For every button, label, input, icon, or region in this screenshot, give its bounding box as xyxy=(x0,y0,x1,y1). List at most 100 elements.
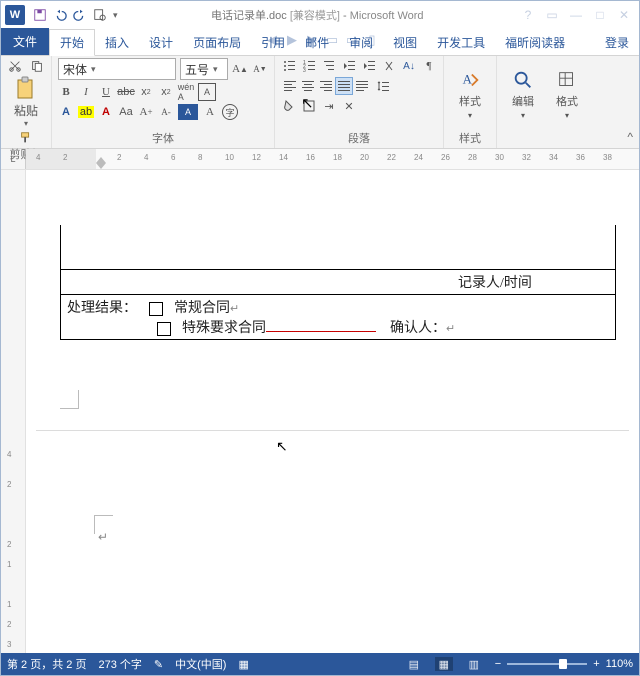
svg-text:A: A xyxy=(463,72,473,86)
bold-button[interactable]: B xyxy=(58,84,74,100)
tab-home[interactable]: 开始 xyxy=(49,29,95,56)
char-shading-icon[interactable]: A xyxy=(202,104,218,120)
underline-button[interactable]: U xyxy=(98,84,114,100)
enclose-char-icon[interactable]: 字 xyxy=(222,104,238,120)
show-marks-icon[interactable]: ¶ xyxy=(421,58,437,74)
phonetic-guide-icon[interactable]: wénA xyxy=(178,84,194,100)
status-page[interactable]: 第 2 页，共 2 页 xyxy=(7,656,86,672)
special-contract-text: 特殊要求合同 xyxy=(182,321,266,336)
multilevel-list-icon[interactable] xyxy=(321,58,337,74)
paragraph-mark: ↵ xyxy=(98,530,108,544)
align-justify-button[interactable] xyxy=(335,77,353,95)
tab-design[interactable]: 设计 xyxy=(139,30,183,55)
copy-icon[interactable] xyxy=(29,58,45,74)
styles-button[interactable]: A 样式▾ xyxy=(450,69,490,120)
status-language[interactable]: 中文(中国) xyxy=(175,656,226,672)
align-right-button[interactable] xyxy=(317,77,335,95)
ribbon-group-clipboard: 粘贴 ▾ 剪贴板 xyxy=(1,56,52,148)
word-app-icon: W xyxy=(5,5,25,25)
horizontal-ruler[interactable]: 422468101214161820222426283032343638 xyxy=(26,149,639,169)
status-words[interactable]: 273 个字 xyxy=(98,656,141,672)
qat-redo-icon[interactable] xyxy=(73,8,87,22)
status-macro-icon[interactable]: ▦ xyxy=(238,658,248,671)
view-print-icon[interactable]: ▦ xyxy=(435,657,453,671)
ruler-tick: 30 xyxy=(495,153,504,162)
ruler-tick: 34 xyxy=(549,153,558,162)
asian-layout-icon[interactable] xyxy=(381,58,397,74)
font-name-combo[interactable]: 宋体▾ xyxy=(58,58,176,80)
format-painter-icon[interactable] xyxy=(18,130,34,146)
collapse-ribbon-icon[interactable]: ^ xyxy=(625,128,635,146)
close-button[interactable]: ✕ xyxy=(613,8,635,22)
font-size-combo[interactable]: 五号▾ xyxy=(180,58,228,80)
ruler-tick: 20 xyxy=(360,153,369,162)
font-color-icon[interactable]: A xyxy=(98,104,114,120)
underline-field[interactable] xyxy=(266,331,376,332)
ruler-tick: 2 xyxy=(117,153,121,162)
italic-button[interactable]: I xyxy=(78,84,94,100)
tab-mailings[interactable]: 邮件 xyxy=(295,30,339,55)
shrink-font-icon[interactable]: A▼ xyxy=(252,61,268,77)
zoom-slider[interactable] xyxy=(507,663,587,665)
tab-developer[interactable]: 开发工具 xyxy=(427,30,495,55)
line-spacing-icon[interactable] xyxy=(375,78,391,94)
vertical-ruler[interactable]: 4 2 2 1 1 2 3 xyxy=(1,170,26,653)
hanging-indent-marker[interactable] xyxy=(96,163,106,169)
status-spellcheck-icon[interactable]: ✎ xyxy=(154,658,163,671)
maximize-button[interactable]: □ xyxy=(589,8,611,22)
ribbon-group-editing: 编辑▾ 格式▾ xyxy=(497,56,593,148)
grow-font-icon[interactable]: A▲ xyxy=(232,61,248,77)
highlight-color-icon[interactable]: ab xyxy=(78,104,94,120)
login-link[interactable]: 登录 xyxy=(595,30,639,55)
paste-button[interactable]: 粘贴 ▾ xyxy=(14,76,38,128)
change-case-icon[interactable]: Aa xyxy=(118,104,134,120)
result-label: 处理结果： xyxy=(67,301,137,316)
qat-undo-icon[interactable] xyxy=(53,8,67,22)
cut-icon[interactable] xyxy=(7,58,23,74)
borders-icon[interactable] xyxy=(301,98,317,114)
shading-icon[interactable] xyxy=(281,98,297,114)
tab-foxit[interactable]: 福昕阅读器 xyxy=(495,30,575,55)
ruler-tick: 32 xyxy=(522,153,531,162)
char-border-icon[interactable]: A xyxy=(198,83,216,101)
zoom-out-button[interactable]: − xyxy=(495,658,501,670)
ribbon-display-button[interactable]: ▭ xyxy=(541,8,563,22)
superscript-button[interactable]: x2 xyxy=(158,84,174,100)
sort-icon[interactable]: A↓ xyxy=(401,58,417,74)
text-effects-icon[interactable]: A xyxy=(58,104,74,120)
tab-insert[interactable]: 插入 xyxy=(95,30,139,55)
zoom-in-button[interactable]: + xyxy=(593,658,599,670)
tab-layout[interactable]: 页面布局 xyxy=(183,30,251,55)
numbering-icon[interactable]: 123 xyxy=(301,58,317,74)
checkbox-regular[interactable] xyxy=(149,302,163,316)
ruler-tick: 18 xyxy=(333,153,342,162)
shrink-char-icon[interactable]: A- xyxy=(158,104,174,120)
tab-references[interactable]: 引用 xyxy=(251,30,295,55)
document-canvas[interactable]: 记录人/时间 处理结果： 常规合同↵ 特殊要求合同 确认人：↵ ↵ ↖ xyxy=(26,170,639,653)
para-more-icon[interactable]: ✕ xyxy=(341,98,357,114)
tab-review[interactable]: 审阅 xyxy=(339,30,383,55)
qat-print-preview-icon[interactable] xyxy=(93,8,107,22)
qat-save-icon[interactable] xyxy=(33,8,47,22)
format-button[interactable]: 格式▾ xyxy=(547,69,587,120)
decrease-indent-icon[interactable] xyxy=(341,58,357,74)
checkbox-special[interactable] xyxy=(157,322,171,336)
increase-indent-icon[interactable] xyxy=(361,58,377,74)
help-button[interactable]: ? xyxy=(517,8,539,22)
enlarge-char-icon[interactable]: A+ xyxy=(138,104,154,120)
view-web-icon[interactable]: ▥ xyxy=(465,657,483,671)
edit-button[interactable]: 编辑▾ xyxy=(503,69,543,120)
bullets-icon[interactable] xyxy=(281,58,297,74)
align-distribute-button[interactable] xyxy=(353,77,371,95)
align-left-button[interactable] xyxy=(281,77,299,95)
tabs-icon[interactable]: ⇥ xyxy=(321,98,337,114)
minimize-button[interactable]: — xyxy=(565,8,587,22)
align-center-button[interactable] xyxy=(299,77,317,95)
zoom-level[interactable]: 110% xyxy=(606,658,633,670)
view-read-icon[interactable]: ▤ xyxy=(405,657,423,671)
clear-format-icon[interactable]: A xyxy=(178,104,198,120)
tab-file[interactable]: 文件 xyxy=(1,28,49,55)
tab-view[interactable]: 视图 xyxy=(383,30,427,55)
subscript-button[interactable]: x2 xyxy=(138,84,154,100)
strikethrough-button[interactable]: abc xyxy=(118,84,134,100)
